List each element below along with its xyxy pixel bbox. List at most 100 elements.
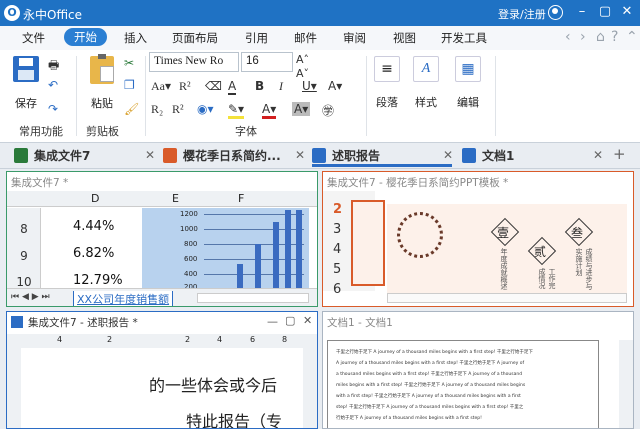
paste-label: 粘贴: [91, 97, 113, 110]
text-effect-icon[interactable]: ◉▾: [197, 102, 214, 116]
vertical-scrollbar[interactable]: [303, 348, 317, 428]
collapse-icon[interactable]: ⌂: [596, 29, 605, 45]
forward-icon[interactable]: ›: [580, 29, 586, 45]
slide-number[interactable]: 6: [333, 282, 341, 297]
minimize-icon[interactable]: –: [574, 3, 590, 21]
redo-icon[interactable]: ↷: [48, 102, 58, 116]
sheet-tab[interactable]: XX公司年度销售额: [73, 291, 174, 306]
copy-icon[interactable]: ❐: [124, 78, 135, 92]
slide-number[interactable]: 3: [333, 222, 341, 237]
subscript-icon[interactable]: R₂: [151, 102, 163, 117]
menu-developer[interactable]: 开发工具: [441, 30, 487, 46]
font-color-icon[interactable]: A▾: [262, 102, 277, 119]
sheet-nav-icon[interactable]: ⏮ ◀ ▶ ⏭: [11, 292, 50, 302]
ruler-label: 2: [185, 335, 191, 344]
pane-title: 集成文件7 - 樱花季日系简约PPT模板 *: [323, 172, 633, 190]
ruler[interactable]: 4 2 2 4 6 8: [7, 334, 317, 348]
clear-format-icon[interactable]: ⌫: [205, 79, 222, 93]
cell-value[interactable]: 6.82%: [73, 246, 114, 261]
pane-title: 文档1 - 文档1: [323, 312, 633, 330]
new-tab-icon[interactable]: +: [613, 145, 626, 163]
back-icon[interactable]: ‹: [565, 29, 571, 45]
pane-title: 集成文件7 *: [7, 172, 317, 190]
doc1-line: A journey of a thousand miles begins wit…: [336, 361, 525, 366]
italic-icon[interactable]: I: [279, 79, 283, 94]
slide-number[interactable]: 5: [333, 262, 341, 277]
menu-home[interactable]: 开始: [64, 28, 107, 46]
print-icon[interactable]: 🖶: [48, 56, 59, 77]
tab-ppt[interactable]: 樱花季日系简约...: [163, 147, 281, 167]
ruler-label: 2: [107, 335, 113, 344]
menu-layout[interactable]: 页面布局: [172, 30, 218, 46]
tab-report[interactable]: 述职报告: [312, 147, 452, 167]
text-border-icon[interactable]: A: [228, 79, 237, 95]
tab-close-icon[interactable]: ✕: [145, 148, 155, 162]
tab-label: 集成文件7: [34, 149, 91, 163]
slide-text: 年度成就概述: [500, 248, 508, 290]
axis-label: 400: [184, 270, 198, 278]
horizontal-scrollbar[interactable]: [197, 293, 309, 303]
menu-review[interactable]: 审阅: [343, 30, 366, 46]
axis-label: 800: [184, 240, 198, 248]
pane-minimize-icon[interactable]: —: [267, 315, 278, 328]
menu-file[interactable]: 文件: [22, 30, 45, 46]
axis-label: 600: [184, 255, 198, 263]
tab-close-icon[interactable]: ✕: [443, 148, 453, 162]
tab-doc1[interactable]: 文档1: [462, 147, 514, 167]
tab-close-icon[interactable]: ✕: [593, 148, 603, 162]
cell-value[interactable]: 4.44%: [73, 219, 114, 234]
chart-area[interactable]: 1200 1000 800 600 400 200: [142, 208, 309, 291]
row-header: 10: [16, 275, 32, 289]
bold-icon[interactable]: B: [255, 79, 264, 93]
slide-thumbnail[interactable]: [351, 200, 385, 286]
maximize-icon[interactable]: ▢: [597, 3, 613, 21]
menu-more-icon[interactable]: ⌃: [626, 29, 638, 45]
cut-icon[interactable]: ✂: [124, 56, 134, 70]
paragraph-button[interactable]: ≡ 段落: [372, 56, 402, 110]
font-size-select[interactable]: 16: [241, 52, 293, 72]
axis-label: 1200: [180, 210, 198, 218]
doc-page[interactable]: 的一些体会或今后 特此报告（专: [51, 348, 303, 428]
pane-close-icon[interactable]: ✕: [303, 314, 312, 327]
login-link[interactable]: 登录/注册: [498, 6, 546, 22]
menu-view[interactable]: 视图: [393, 30, 416, 46]
superscript-2-icon[interactable]: R²: [172, 102, 184, 117]
slide-number[interactable]: 2: [333, 202, 342, 217]
style-label: 样式: [415, 96, 437, 109]
paste-button[interactable]: 粘贴: [86, 54, 118, 111]
save-button[interactable]: 保存: [10, 56, 42, 111]
vertical-scrollbar[interactable]: [619, 340, 633, 428]
underline-icon[interactable]: U▾: [302, 79, 317, 93]
cell-value[interactable]: 12.79%: [73, 273, 123, 288]
close-icon[interactable]: ✕: [619, 3, 635, 21]
edit-label: 编辑: [457, 96, 479, 109]
doc1-page[interactable]: 千里之行始于足下 A journey of a thousand miles b…: [327, 340, 599, 428]
superscript-icon[interactable]: R²: [179, 79, 191, 94]
style-button[interactable]: A 样式: [411, 56, 441, 110]
change-case-icon[interactable]: Aa▾: [151, 79, 171, 94]
font-grow-icon[interactable]: A˄: [296, 53, 309, 66]
undo-icon[interactable]: ↶: [48, 78, 58, 92]
user-icon[interactable]: [548, 5, 563, 20]
menu-mail[interactable]: 邮件: [294, 30, 317, 46]
pane-maximize-icon[interactable]: ▢: [285, 314, 295, 327]
save-label: 保存: [15, 97, 37, 110]
format-painter-icon[interactable]: 🖌: [124, 102, 139, 116]
font-color-dropdown-icon[interactable]: A▾: [328, 79, 342, 93]
shading-icon[interactable]: A▾: [292, 102, 311, 116]
slide-number[interactable]: 4: [333, 242, 341, 257]
phonetic-icon[interactable]: ㊫: [322, 102, 334, 119]
highlight-icon[interactable]: ✎▾: [228, 102, 245, 119]
horizontal-scrollbar[interactable]: [387, 293, 627, 303]
tab-close-icon[interactable]: ✕: [295, 148, 305, 162]
edit-button[interactable]: ▦ 编辑: [453, 56, 483, 110]
pane-title-text: 集成文件7 - 述职报告 *: [28, 317, 138, 329]
doc1-line: 行始于足下 A journey of a thousand miles begi…: [336, 416, 482, 421]
font-name-select[interactable]: Times New Ro: [149, 52, 239, 72]
help-icon[interactable]: ?: [611, 29, 618, 45]
slide-canvas[interactable]: 壹 贰 叁 年度成就概述 工作完成情况 成绩与进步与实施计划: [387, 204, 627, 294]
tab-integrated-file[interactable]: 集成文件7: [14, 147, 90, 167]
menu-insert[interactable]: 插入: [124, 30, 147, 46]
doc1-pane: 文档1 - 文档1 千里之行始于足下 A journey of a thousa…: [322, 311, 634, 429]
menu-reference[interactable]: 引用: [245, 30, 268, 46]
